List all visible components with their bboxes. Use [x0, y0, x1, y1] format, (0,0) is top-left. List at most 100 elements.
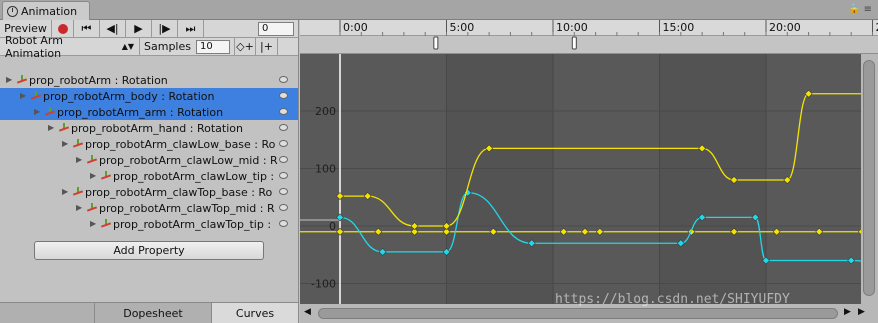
- horizontal-scroll-thumb[interactable]: [318, 308, 838, 319]
- ruler-tick-label: 15:00: [663, 21, 695, 34]
- transform-icon: [31, 91, 41, 101]
- window-titlebar: Animation 🔒 ≡: [0, 0, 878, 20]
- expand-arrow-icon[interactable]: ▶: [34, 108, 42, 116]
- tab-animation[interactable]: Animation: [2, 1, 90, 20]
- keyframe: [581, 227, 589, 236]
- last-key-icon: ⏭: [185, 21, 196, 35]
- transform-icon: [59, 123, 69, 133]
- record-icon: [57, 23, 68, 34]
- y-tick-label: 100: [315, 163, 336, 176]
- scroll-right-icon[interactable]: ▶: [844, 307, 851, 317]
- y-tick-label: 0: [329, 220, 336, 233]
- add-keyframe-icon: ◇+: [236, 40, 254, 53]
- tree-row[interactable]: ▶ prop_robotArm_clawLow_tip :: [0, 168, 298, 184]
- grid-band: [446, 54, 553, 304]
- toggle-icon[interactable]: [279, 156, 288, 163]
- tree-row-label: prop_robotArm_clawTop_base : Ro: [85, 185, 273, 199]
- expand-arrow-icon[interactable]: ▶: [48, 124, 56, 132]
- hierarchy-panel: Preview ⏮ ◀| ▶ |▶ ⏭ 0 Robot Arm Animatio…: [0, 20, 299, 323]
- tab-curves[interactable]: Curves: [212, 303, 298, 323]
- transform-icon: [17, 75, 27, 85]
- vertical-scrollbar[interactable]: [861, 54, 878, 304]
- toggle-icon[interactable]: [279, 172, 288, 179]
- expand-arrow-icon[interactable]: ▶: [20, 92, 28, 100]
- keyframe: [410, 222, 419, 230]
- transform-icon: [87, 203, 97, 213]
- time-ruler[interactable]: 0:005:0010:0015:0020:0025:00: [300, 20, 878, 36]
- tree-row-label: prop_robotArm : Rotation: [29, 73, 168, 87]
- last-key-button[interactable]: ⏭: [178, 20, 204, 37]
- keyframe: [847, 256, 856, 265]
- toggle-icon[interactable]: [279, 76, 288, 83]
- play-icon: ▶: [134, 22, 143, 35]
- tab-dopesheet[interactable]: Dopesheet: [95, 303, 212, 323]
- clip-dropdown[interactable]: Robot Arm Animation ▲▼: [0, 34, 140, 60]
- property-tree: ▶ prop_robotArm : Rotation ▶ prop_robotArm…: [0, 72, 298, 232]
- add-property-button[interactable]: Add Property: [34, 241, 264, 260]
- frame-field[interactable]: 0: [258, 21, 294, 36]
- transform-icon: [101, 171, 111, 181]
- curve-editor[interactable]: 200 100 0 -100: [300, 54, 861, 304]
- transform-icon: [87, 155, 97, 165]
- vertical-scroll-thumb[interactable]: [863, 60, 875, 296]
- keyframe: [772, 227, 781, 236]
- ruler-tick-label: 0:00: [343, 21, 368, 34]
- toggle-icon[interactable]: [279, 92, 288, 99]
- keyframe: [336, 227, 344, 236]
- toggle-icon[interactable]: [279, 140, 288, 147]
- next-key-icon: |▶: [158, 22, 171, 35]
- lock-icon[interactable]: 🔒: [848, 4, 860, 15]
- expand-arrow-icon[interactable]: ▶: [62, 188, 70, 196]
- tree-row[interactable]: ▶ prop_robotArm_hand : Rotation: [0, 120, 298, 136]
- tree-row-label: prop_robotArm_clawTop_mid : R: [99, 201, 275, 215]
- add-event-icon: |+: [260, 40, 273, 53]
- expand-arrow-icon[interactable]: ▶: [62, 140, 70, 148]
- keyframe: [559, 227, 568, 236]
- keyframe: [374, 227, 383, 236]
- menu-icon[interactable]: ≡: [864, 4, 872, 15]
- add-keyframe-button[interactable]: ◇+: [233, 38, 256, 55]
- toggle-icon[interactable]: [279, 188, 288, 195]
- add-event-button[interactable]: |+: [256, 38, 278, 55]
- tree-row[interactable]: ▶ prop_robotArm_arm : Rotation: [0, 104, 298, 120]
- expand-arrow-icon[interactable]: ▶: [76, 204, 84, 212]
- tree-row-label: prop_robotArm_clawLow_mid : R: [99, 153, 278, 167]
- time-ruler-ticks: 0:005:0010:0015:0020:0025:00: [339, 20, 878, 36]
- ruler-tick-label: 20:00: [769, 21, 801, 34]
- tree-row[interactable]: ▶ prop_robotArm_clawLow_mid : R: [0, 152, 298, 168]
- expand-arrow-icon[interactable]: ▶: [90, 172, 98, 180]
- transform-icon: [45, 107, 55, 117]
- clip-name: Robot Arm Animation: [5, 33, 63, 60]
- tree-row[interactable]: ▶ prop_robotArm : Rotation: [0, 72, 298, 88]
- tree-row[interactable]: ▶ prop_robotArm_clawLow_base : Ro: [0, 136, 298, 152]
- view-mode-tabs: Dopesheet Curves: [0, 302, 298, 323]
- tree-row[interactable]: ▶ prop_robotArm_clawTop_base : Ro: [0, 184, 298, 200]
- toggle-icon[interactable]: [279, 124, 288, 131]
- expand-arrow-icon[interactable]: ▶: [76, 156, 84, 164]
- play-button[interactable]: ▶: [126, 20, 152, 37]
- samples-field[interactable]: 10: [195, 39, 230, 54]
- expand-arrow-icon[interactable]: ▶: [6, 76, 14, 84]
- tree-row[interactable]: ▶ prop_robotArm_body : Rotation: [0, 88, 298, 104]
- curve-yellow: [340, 93, 861, 227]
- scroll-left-icon[interactable]: ◀: [304, 307, 311, 317]
- keyframe: [363, 192, 372, 200]
- ruler-tick-label: 10:00: [556, 21, 588, 34]
- curve-graph[interactable]: 200 100 0 -100: [300, 54, 861, 304]
- tab-label: Animation: [21, 4, 78, 18]
- event-track[interactable]: [300, 36, 878, 54]
- window-controls: 🔒 ≡: [848, 4, 872, 15]
- toggle-icon[interactable]: [279, 108, 288, 115]
- expand-arrow-icon[interactable]: ▶: [90, 220, 98, 228]
- event-marker: [571, 36, 577, 50]
- scroll-end-icon[interactable]: ▶: [858, 307, 865, 317]
- transform-icon: [101, 219, 111, 229]
- transform-icon: [73, 139, 83, 149]
- tree-row[interactable]: ▶ prop_robotArm_clawTop_mid : R: [0, 200, 298, 216]
- clock-icon: [7, 5, 18, 17]
- toggle-icon[interactable]: [279, 220, 288, 227]
- toggle-icon[interactable]: [279, 204, 288, 211]
- tree-row[interactable]: ▶ prop_robotArm_clawTop_tip :: [0, 216, 298, 232]
- keyframe: [815, 227, 824, 236]
- next-key-button[interactable]: |▶: [152, 20, 178, 37]
